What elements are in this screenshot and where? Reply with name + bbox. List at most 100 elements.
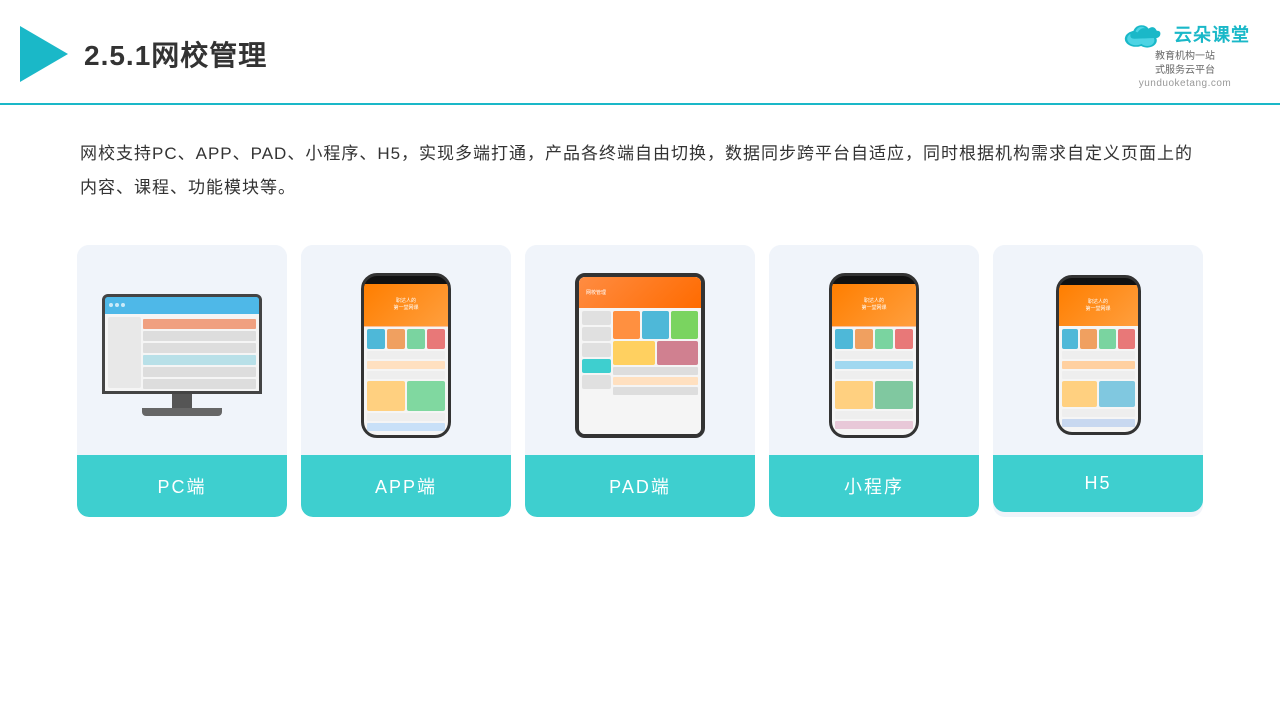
- mini-row2: [835, 361, 913, 369]
- pc-row5: [143, 367, 256, 377]
- mini-row1: [835, 351, 913, 359]
- h5-g5: [1062, 381, 1098, 407]
- logo-arrow-icon: [20, 26, 68, 82]
- h5-g6: [1099, 381, 1135, 407]
- phone-grid2-item2: [407, 381, 445, 411]
- phone-grid-item3: [407, 329, 425, 349]
- pc-body: [105, 314, 259, 391]
- phone-row3: [367, 371, 445, 379]
- tablet-screen: 网校管理: [579, 277, 701, 434]
- mini-g3: [875, 329, 893, 349]
- h5-row1: [1062, 351, 1135, 359]
- h5-grid1: [1062, 329, 1135, 349]
- h5-g1: [1062, 329, 1079, 349]
- phone-body: [364, 326, 448, 434]
- pc-main: [143, 317, 256, 388]
- page-header: 2.5.1网校管理 云朵课堂 教育机构一站 式服务云平台 yunduoketan…: [0, 0, 1280, 105]
- h5-row4: [1062, 409, 1135, 417]
- tablet-header-text: 网校管理: [583, 289, 609, 296]
- tablet-sidebar-item3: [582, 343, 611, 357]
- pc-stand-neck: [172, 394, 192, 408]
- h5-row3: [1062, 371, 1135, 379]
- phone-grid-item1: [367, 329, 385, 349]
- phone-header: 职达人的第一堂网课: [364, 284, 448, 326]
- tablet-grid-row2: [613, 341, 698, 365]
- h5-header: 职达人的第一堂网课: [1059, 285, 1138, 326]
- h5-g3: [1099, 329, 1116, 349]
- tablet-sidebar-item1: [582, 311, 611, 325]
- mini-screen: 职达人的第一堂网课: [832, 284, 916, 435]
- mini-grid1: [835, 329, 913, 349]
- mini-row5: [835, 421, 913, 429]
- phone-row1: [367, 351, 445, 359]
- tablet-sidebar-item2: [582, 327, 611, 341]
- cloud-icon: [1120, 18, 1168, 50]
- phone-header-text: 职达人的第一堂网课: [393, 298, 418, 312]
- pc-sidebar: [108, 317, 141, 388]
- phone-grid-item2: [387, 329, 405, 349]
- mini-body: [832, 326, 916, 432]
- phone-row2: [367, 361, 445, 369]
- tablet-grid-item1: [613, 311, 640, 339]
- phone-grid-item4: [427, 329, 445, 349]
- card-pc: PC端: [77, 245, 287, 517]
- tablet-grid-item3: [671, 311, 698, 339]
- pc-content: [143, 319, 256, 389]
- card-pad-image: 网校管理: [525, 245, 755, 455]
- tablet-grid-item2: [642, 311, 669, 339]
- card-pad: 网校管理: [525, 245, 755, 517]
- device-tablet: 网校管理: [575, 273, 705, 438]
- phone-notch: [391, 276, 421, 284]
- phone-row4: [367, 413, 445, 421]
- tablet-main: [613, 311, 698, 431]
- phone-row5: [367, 423, 445, 431]
- tablet-grid-item5: [657, 341, 699, 365]
- device-miniprogram-phone: 职达人的第一堂网课: [829, 273, 919, 438]
- phone-grid2: [367, 381, 445, 411]
- mini-row4: [835, 411, 913, 419]
- pc-screen: [105, 297, 259, 391]
- card-h5: 职达人的第一堂网课: [993, 245, 1203, 517]
- card-app: 职达人的第一堂网课: [301, 245, 511, 517]
- tablet-grid-row1: [613, 311, 698, 339]
- tablet-row1: [613, 367, 698, 375]
- mini-g5: [835, 381, 873, 409]
- phone-grid1: [367, 329, 445, 349]
- card-pad-label: PAD端: [525, 455, 755, 517]
- card-miniprogram: 职达人的第一堂网课: [769, 245, 979, 517]
- mini-row3: [835, 371, 913, 379]
- tablet-row3: [613, 387, 698, 395]
- pc-row1: [143, 319, 256, 329]
- card-pc-image: [77, 245, 287, 455]
- brand-tagline: 教育机构一站 式服务云平台: [1155, 50, 1215, 78]
- pc-row4: [143, 355, 256, 365]
- pc-dot1: [109, 303, 113, 307]
- pc-row3: [143, 343, 256, 353]
- card-miniprogram-label: 小程序: [769, 455, 979, 517]
- tablet-grid-item4: [613, 341, 655, 365]
- pc-row2: [143, 331, 256, 341]
- mini-header-text: 职达人的第一堂网课: [861, 298, 886, 312]
- mini-g6: [875, 381, 913, 409]
- device-app-phone: 职达人的第一堂网课: [361, 273, 451, 438]
- pc-titlebar: [105, 297, 259, 314]
- h5-g2: [1080, 329, 1097, 349]
- h5-grid2: [1062, 381, 1135, 407]
- h5-row2: [1062, 361, 1135, 369]
- h5-screen: 职达人的第一堂网课: [1059, 285, 1138, 432]
- card-h5-label: H5: [993, 455, 1203, 512]
- h5-header-text: 职达人的第一堂网课: [1085, 299, 1110, 313]
- pc-dot2: [115, 303, 119, 307]
- header-left: 2.5.1网校管理: [20, 26, 267, 82]
- device-pc: [102, 294, 262, 416]
- tablet-header: 网校管理: [579, 277, 701, 308]
- tablet-sidebar-item5: [582, 375, 611, 389]
- mini-g1: [835, 329, 853, 349]
- card-miniprogram-image: 职达人的第一堂网课: [769, 245, 979, 455]
- brand-url: yunduoketang.com: [1139, 78, 1232, 89]
- mini-grid2: [835, 381, 913, 409]
- card-app-label: APP端: [301, 455, 511, 517]
- mini-g2: [855, 329, 873, 349]
- phone-grid2-item1: [367, 381, 405, 411]
- platform-cards: PC端 职达人的第一堂网课: [0, 225, 1280, 537]
